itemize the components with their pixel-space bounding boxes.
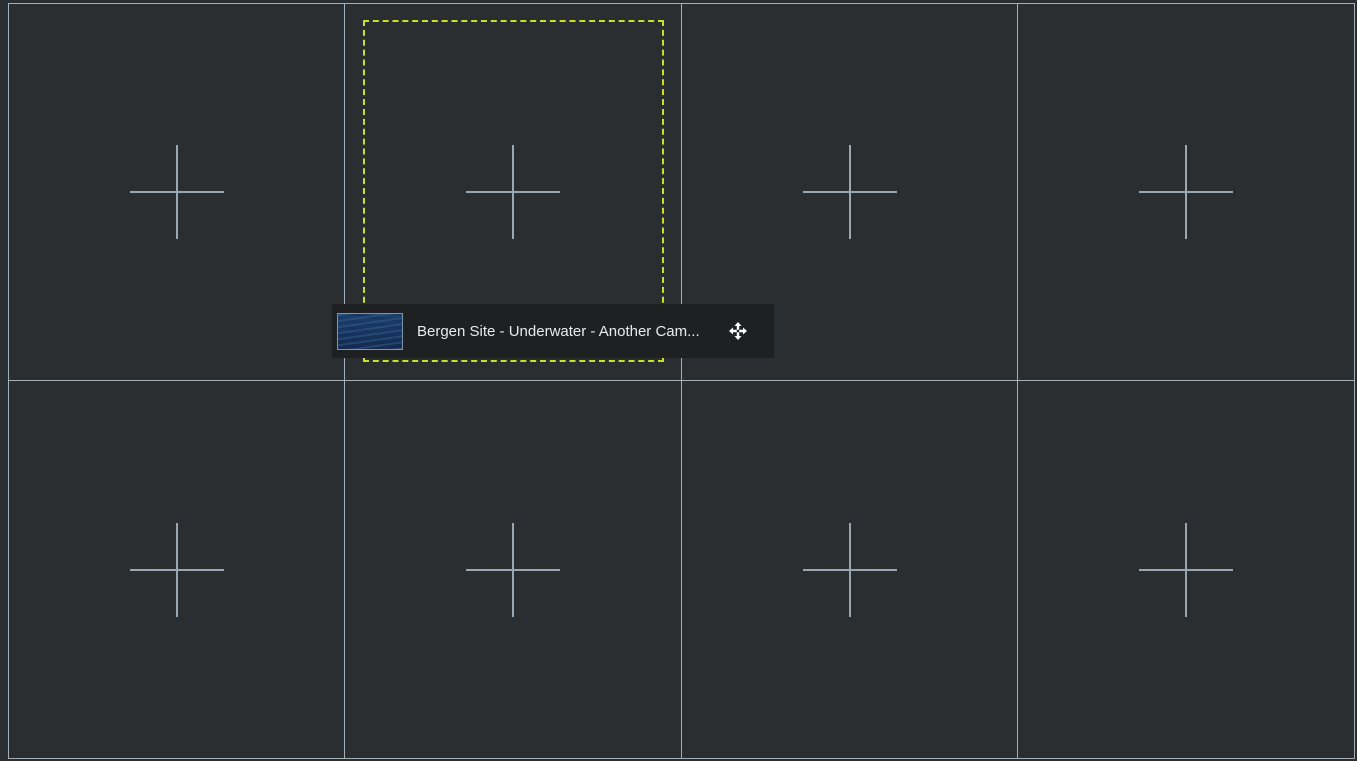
add-icon[interactable] xyxy=(1139,145,1233,239)
grid-cell-r2-c4[interactable] xyxy=(1018,381,1354,758)
add-icon[interactable] xyxy=(129,522,224,617)
camera-thumbnail xyxy=(337,312,403,350)
grid-cell-r2-c2[interactable] xyxy=(345,381,682,758)
add-icon[interactable] xyxy=(466,522,560,617)
add-icon[interactable] xyxy=(466,145,560,239)
add-icon[interactable] xyxy=(802,522,897,617)
camera-name-label: Bergen Site - Underwater - Another Cam..… xyxy=(417,322,700,340)
add-icon[interactable] xyxy=(802,145,897,239)
move-icon[interactable] xyxy=(728,321,748,341)
grid-cell-r2-c3[interactable] xyxy=(682,381,1018,758)
camera-layout-grid xyxy=(8,3,1355,759)
grid-cell-r1-c1[interactable] xyxy=(9,4,345,381)
grid-cell-r1-c4[interactable] xyxy=(1018,4,1354,381)
add-icon[interactable] xyxy=(1139,522,1233,617)
add-icon[interactable] xyxy=(129,145,224,239)
dragged-camera-item[interactable]: Bergen Site - Underwater - Another Cam..… xyxy=(332,304,774,358)
grid-cell-r2-c1[interactable] xyxy=(9,381,345,758)
